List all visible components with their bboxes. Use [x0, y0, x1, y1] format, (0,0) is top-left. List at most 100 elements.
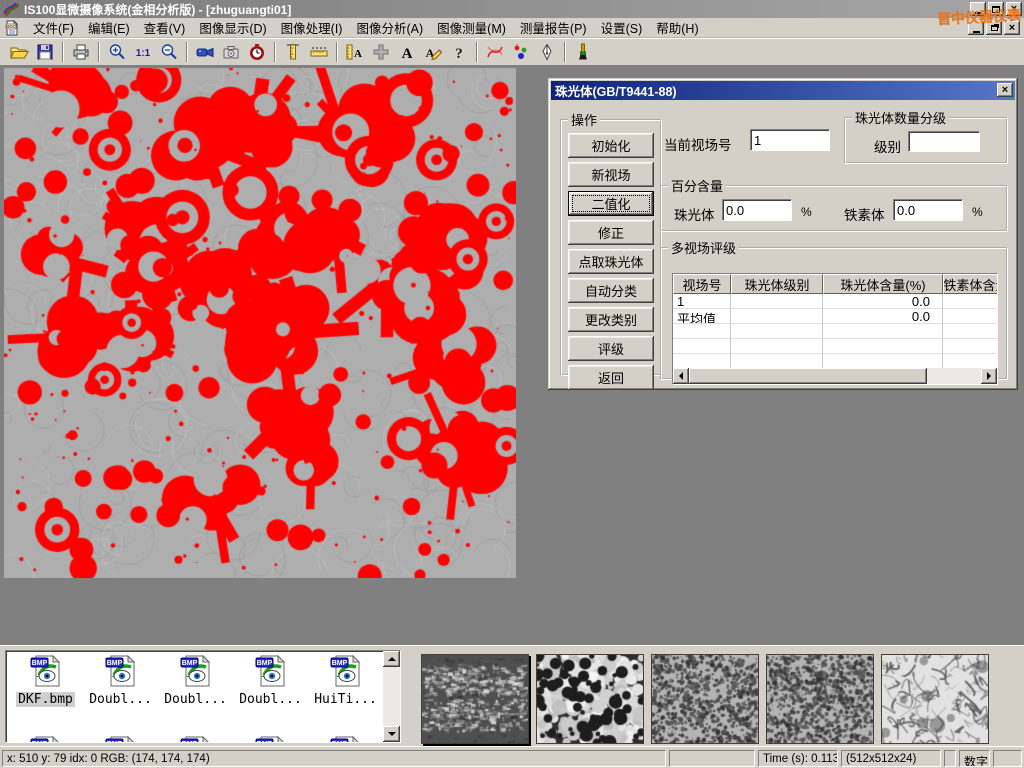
measure-text-button[interactable]: A: [342, 40, 368, 64]
scroll-right-button[interactable]: [981, 368, 997, 384]
op-button-5[interactable]: 自动分类: [568, 278, 654, 303]
move-button[interactable]: [368, 40, 394, 64]
file-item[interactable]: BMP DKF.bmp: [8, 654, 83, 707]
table-row[interactable]: 10.0: [673, 294, 997, 309]
table-row[interactable]: [673, 354, 997, 369]
svg-text:BMP: BMP: [256, 660, 272, 667]
file-item[interactable]: BMP HuiTi...: [308, 654, 383, 707]
hscroll-thumb[interactable]: [689, 368, 927, 384]
table-header-cell-3[interactable]: 铁素体含量(%): [943, 274, 998, 294]
zoom-in-button[interactable]: [104, 40, 130, 64]
dialog-title-bar[interactable]: 珠光体(GB/T9441-88) ×: [551, 81, 1015, 100]
video-camera-button[interactable]: [192, 40, 218, 64]
table-header-cell-2[interactable]: 珠光体含量(%): [823, 274, 943, 294]
scroll-up-button[interactable]: [383, 651, 400, 667]
file-item-partial[interactable]: BMP: [8, 735, 83, 743]
menu-item-8[interactable]: 设置(S): [594, 16, 650, 39]
dialog-close-button[interactable]: ×: [997, 83, 1013, 97]
save-button[interactable]: [32, 40, 58, 64]
menu-bar: DOC 文件(F)编辑(E)查看(V)图像显示(D)图像处理(I)图像分析(A)…: [0, 18, 1024, 38]
file-list-box: BMP DKF.bmp BMP Doubl... BMP Doubl... BM…: [5, 650, 401, 743]
caliper-button[interactable]: [280, 40, 306, 64]
menu-item-4[interactable]: 图像处理(I): [274, 16, 350, 39]
toolbar-separator: [274, 42, 276, 62]
file-list-vscrollbar[interactable]: [383, 651, 400, 742]
file-item-partial[interactable]: BMP: [308, 735, 383, 743]
print-button[interactable]: [68, 40, 94, 64]
op-button-6[interactable]: 更改类别: [568, 307, 654, 332]
menu-item-7[interactable]: 测量报告(P): [513, 16, 594, 39]
scroll-down-button[interactable]: [383, 726, 400, 742]
toolbar-separator: [564, 42, 566, 62]
brush-button[interactable]: [570, 40, 596, 64]
micrograph-image[interactable]: [4, 68, 516, 578]
op-button-0[interactable]: 初始化: [568, 133, 654, 158]
table-row[interactable]: 平均值0.0: [673, 309, 997, 324]
table-hscrollbar[interactable]: [673, 368, 997, 384]
table-header-cell-1[interactable]: 珠光体级别: [731, 274, 823, 294]
open-button[interactable]: [6, 40, 32, 64]
up-arrow-icon: [388, 653, 396, 661]
zoom-out-button[interactable]: [156, 40, 182, 64]
text-button[interactable]: A: [394, 40, 420, 64]
help-icon: ?: [449, 42, 469, 62]
menu-item-2[interactable]: 查看(V): [137, 16, 193, 39]
svg-text:BMP: BMP: [106, 741, 122, 743]
annotate-button[interactable]: A: [420, 40, 446, 64]
svg-text:A: A: [354, 48, 362, 60]
ferrite-percent-input[interactable]: [893, 199, 963, 221]
file-item-partial[interactable]: BMP: [233, 735, 308, 743]
pearlite-percent-input[interactable]: [722, 199, 792, 221]
svg-text:DOC: DOC: [6, 24, 15, 29]
file-item[interactable]: BMP Doubl...: [83, 654, 158, 707]
op-button-8[interactable]: 返回: [568, 365, 654, 390]
op-button-4[interactable]: 点取珠光体: [568, 249, 654, 274]
op-button-1[interactable]: 新视场: [568, 162, 654, 187]
table-row[interactable]: [673, 339, 997, 354]
svg-text:A: A: [402, 46, 413, 62]
table-row[interactable]: [673, 324, 997, 339]
thumbnail-2[interactable]: [536, 654, 644, 744]
op-button-7[interactable]: 评级: [568, 336, 654, 361]
thumbnail-1[interactable]: [421, 654, 529, 744]
menu-item-0[interactable]: 文件(F): [26, 16, 81, 39]
menu-item-9[interactable]: 帮助(H): [649, 16, 705, 39]
table-header-cell-0[interactable]: 视场号: [673, 274, 731, 294]
thumbnail-5[interactable]: [881, 654, 989, 744]
pearlite-dialog: 珠光体(GB/T9441-88) × 操作 初始化新视场二值化修正点取珠光体自动…: [548, 78, 1018, 390]
menu-item-1[interactable]: 编辑(E): [81, 16, 137, 39]
grade-label: 级别: [874, 136, 901, 156]
mark-points-button[interactable]: [508, 40, 534, 64]
document-icon[interactable]: DOC: [4, 20, 20, 36]
scroll-left-button[interactable]: [673, 368, 689, 384]
op-button-2[interactable]: 二值化: [568, 191, 654, 216]
help-button[interactable]: ?: [446, 40, 472, 64]
right-arrow-icon: [987, 372, 995, 380]
timer-button[interactable]: [244, 40, 270, 64]
file-item-partial[interactable]: BMP: [83, 735, 158, 743]
bmp-file-icon: BMP: [104, 735, 138, 743]
pen-button[interactable]: [534, 40, 560, 64]
capture-button[interactable]: [218, 40, 244, 64]
menu-item-5[interactable]: 图像分析(A): [349, 16, 430, 39]
current-field-input[interactable]: [750, 129, 830, 151]
grade-input[interactable]: [908, 131, 980, 152]
thumbnail-3[interactable]: [651, 654, 759, 744]
curve-tool-button[interactable]: [482, 40, 508, 64]
file-item[interactable]: BMP Doubl...: [158, 654, 233, 707]
menu-item-6[interactable]: 图像测量(M): [430, 16, 513, 39]
menu-item-3[interactable]: 图像显示(D): [192, 16, 273, 39]
ferrite-label: 铁素体: [844, 204, 885, 224]
bmp-file-icon: BMP: [29, 735, 63, 743]
current-field-label: 当前视场号: [664, 134, 732, 154]
bmp-file-icon: BMP: [329, 654, 363, 688]
file-item-partial[interactable]: BMP: [158, 735, 233, 743]
zoom-out-icon: [159, 42, 179, 62]
toolbar: 1:1 A A A ?: [0, 38, 1024, 66]
op-button-3[interactable]: 修正: [568, 220, 654, 245]
ruler-button[interactable]: [306, 40, 332, 64]
toolbar-separator: [186, 42, 188, 62]
file-item[interactable]: BMP Doubl...: [233, 654, 308, 707]
thumbnail-4[interactable]: [766, 654, 874, 744]
actual-size-button[interactable]: 1:1: [130, 40, 156, 64]
